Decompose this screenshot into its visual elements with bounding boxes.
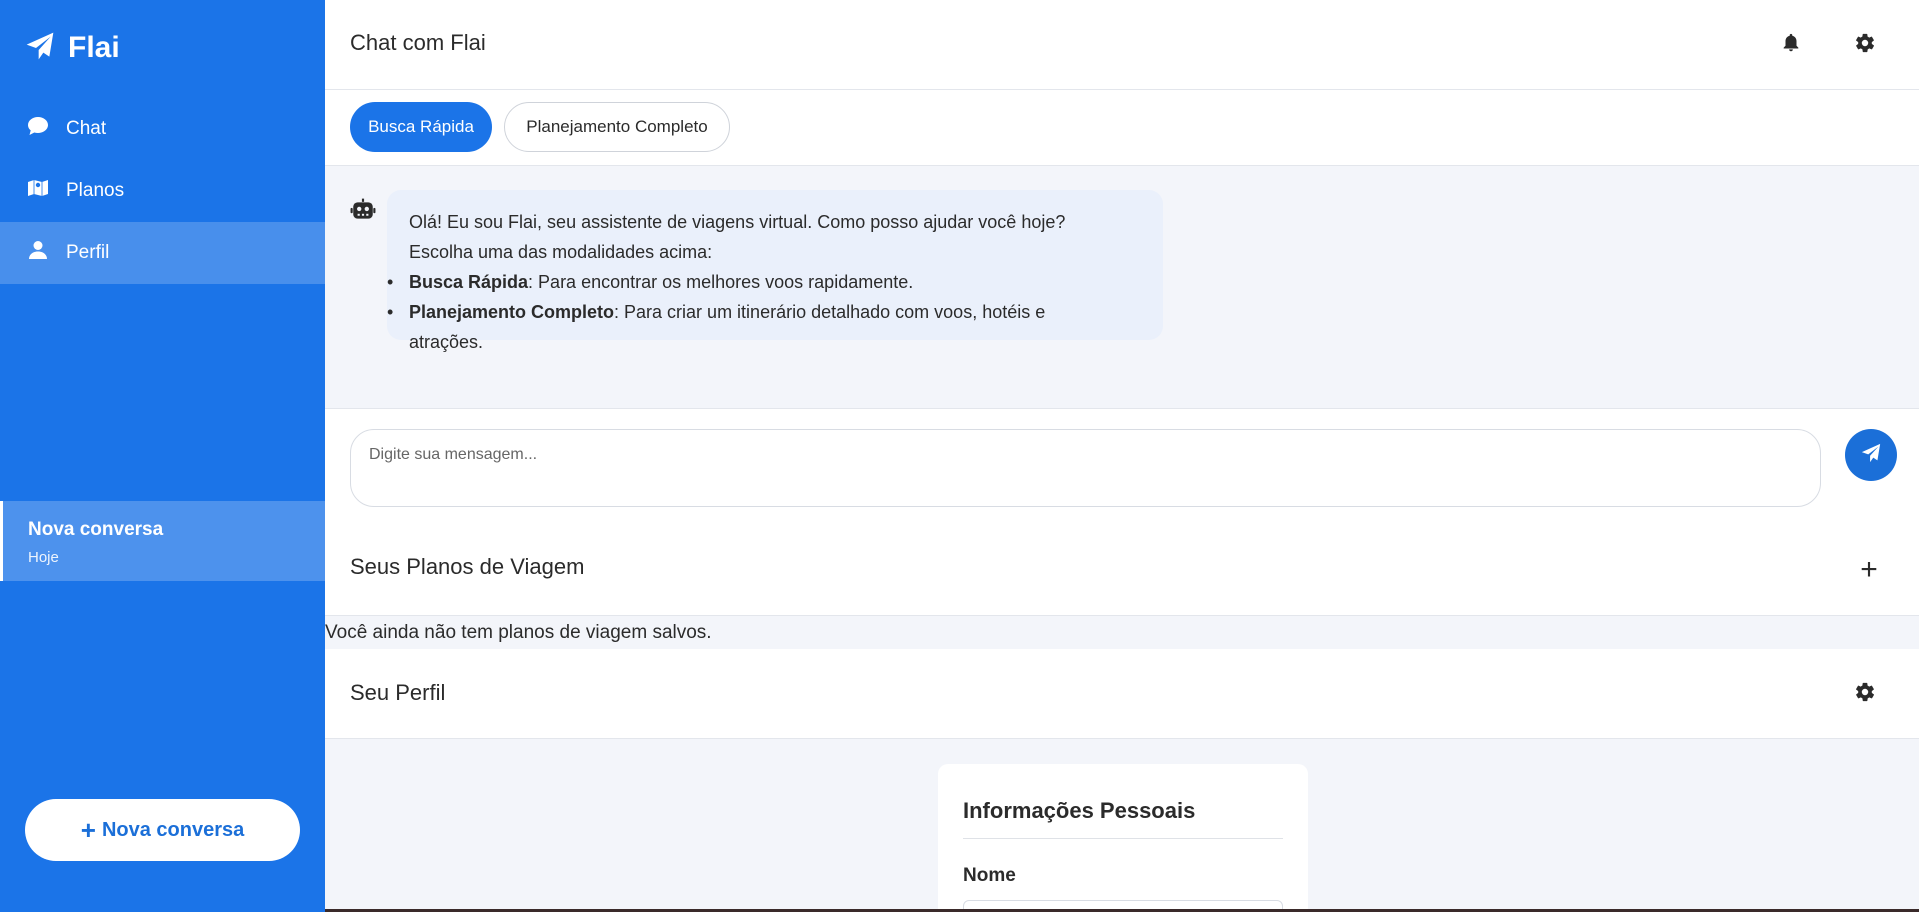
new-conversation-label: Nova conversa	[101, 818, 245, 841]
sidebar-item-label: Planos	[66, 180, 125, 201]
sidebar-item-planos[interactable]: Planos	[0, 160, 325, 222]
full-planning-button[interactable]: Planejamento Completo	[504, 102, 730, 152]
sidebar-item-chat[interactable]: Chat	[0, 98, 325, 160]
robot-icon	[350, 197, 376, 223]
plans-title: Seus Planos de Viagem	[350, 554, 585, 579]
plans-empty-text: Você ainda não tem planos de viagem salv…	[325, 622, 712, 643]
plus-icon: +	[1860, 553, 1878, 586]
sidebar: Flai Chat Planos Perfil Nova conversa Ho…	[0, 0, 325, 912]
settings-button[interactable]	[1849, 29, 1881, 61]
sidebar-item-perfil[interactable]: Perfil	[0, 222, 325, 284]
plans-header: Seus Planos de Viagem +	[325, 524, 1919, 616]
bot-message: Olá! Eu sou Flai, seu assistente de viag…	[387, 190, 1163, 352]
gear-icon	[1854, 32, 1876, 59]
add-plan-button[interactable]: +	[1853, 553, 1885, 586]
conversation-date: Hoje	[28, 549, 59, 566]
gear-icon	[1854, 681, 1876, 708]
send-button[interactable]	[1845, 429, 1897, 481]
page-title: Chat com Flai	[350, 30, 486, 55]
quick-search-button[interactable]: Busca Rápida	[350, 102, 492, 152]
divider	[963, 838, 1283, 839]
paper-plane-icon	[1860, 442, 1882, 469]
message-text: Olá! Eu sou Flai, seu assistente de viag…	[409, 212, 1066, 232]
conversation-title: Nova conversa	[28, 519, 164, 540]
chat-bubble-icon	[26, 114, 66, 144]
app-name: Flai	[68, 31, 120, 64]
paper-plane-icon	[24, 30, 56, 67]
sidebar-item-label: Perfil	[66, 242, 110, 263]
option-text: : Para encontrar os melhores voos rapida…	[528, 272, 914, 292]
profile-settings-button[interactable]	[1849, 678, 1881, 710]
main-content: Chat com Flai Busca Rápida Planejamento …	[325, 0, 1919, 912]
list-item: Planejamento Completo: Para criar um iti…	[387, 297, 1119, 357]
personal-info-card: Informações Pessoais Nome	[938, 764, 1308, 912]
list-item: Busca Rápida: Para encontrar os melhores…	[387, 267, 1119, 297]
plus-icon: +	[80, 815, 96, 845]
map-icon	[26, 176, 66, 206]
option-title: Planejamento Completo	[409, 302, 615, 322]
profile-section: Informações Pessoais Nome	[325, 739, 1919, 912]
notifications-button[interactable]	[1775, 29, 1807, 61]
logo[interactable]: Flai	[24, 30, 120, 66]
bell-icon	[1780, 32, 1802, 59]
card-title: Informações Pessoais	[963, 798, 1196, 823]
new-conversation-button[interactable]: + Nova conversa	[25, 799, 300, 861]
chat-messages: Olá! Eu sou Flai, seu assistente de viag…	[325, 166, 1919, 409]
topbar: Chat com Flai	[325, 0, 1919, 90]
conversation-item[interactable]: Nova conversa Hoje	[0, 501, 325, 581]
message-composer	[325, 409, 1919, 524]
name-label: Nome	[963, 865, 1016, 886]
profile-header: Seu Perfil	[325, 649, 1919, 739]
sidebar-item-label: Chat	[66, 118, 107, 139]
message-text: Escolha uma das modalidades acima:	[409, 242, 713, 262]
mode-options-list: Busca Rápida: Para encontrar os melhores…	[387, 267, 1141, 357]
profile-title: Seu Perfil	[350, 680, 446, 705]
user-icon	[26, 238, 66, 268]
option-title: Busca Rápida	[409, 272, 529, 292]
message-input[interactable]	[350, 429, 1821, 507]
mode-selector: Busca Rápida Planejamento Completo	[325, 90, 1919, 166]
